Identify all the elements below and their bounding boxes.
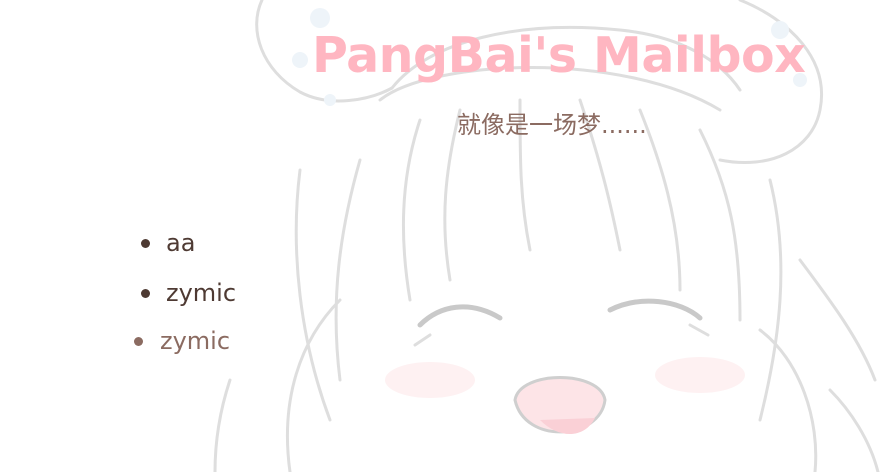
mail-item-label[interactable]: zymic (160, 325, 230, 357)
mailbox-page: PangBai's Mailbox 就像是一场梦...... aa zymic … (0, 0, 880, 472)
page-subtitle: 就像是一场梦...... (457, 111, 647, 139)
bullet-icon (141, 239, 150, 248)
page-title: PangBai's Mailbox (312, 27, 806, 84)
mail-item-label[interactable]: zymic (166, 277, 236, 309)
bullet-icon (141, 289, 150, 298)
bullet-icon (134, 337, 143, 346)
mail-item-label[interactable]: aa (166, 227, 195, 259)
